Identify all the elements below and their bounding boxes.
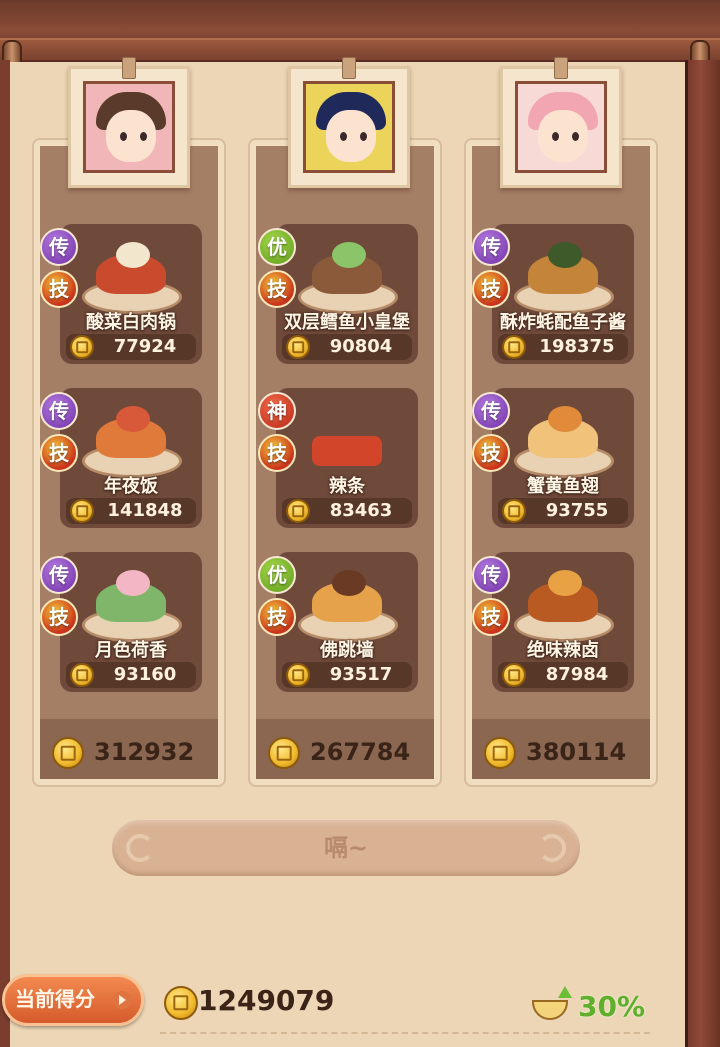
current-score-value: 1249079 xyxy=(198,984,335,1017)
grade-badge: 传 xyxy=(40,392,78,430)
current-score-label: 当前得分 xyxy=(15,987,95,1011)
skill-badge: 技 xyxy=(472,434,510,472)
coin-icon xyxy=(164,986,198,1020)
dish-price: 141848 xyxy=(107,500,183,521)
current-score-button[interactable]: 当前得分 xyxy=(2,974,144,1026)
grade-badge: 传 xyxy=(472,228,510,266)
dish-price: 77924 xyxy=(113,336,177,357)
dish-card[interactable]: 绝味辣卤 87984 xyxy=(492,552,634,692)
dish-name: 酥炸蚝配鱼子酱 xyxy=(500,312,626,333)
pink-haired-girl-portrait xyxy=(515,81,607,173)
dish-card[interactable]: 酥炸蚝配鱼子酱 198375 xyxy=(492,224,634,364)
grade-badge: 传 xyxy=(472,392,510,430)
coin-icon xyxy=(70,663,94,687)
coin-icon xyxy=(52,737,84,769)
skill-badge: 技 xyxy=(40,434,78,472)
chef-portrait-2[interactable] xyxy=(288,57,410,188)
dish-name: 月色荷香 xyxy=(95,640,167,661)
dish-price: 93517 xyxy=(329,664,393,685)
skill-badge: 技 xyxy=(258,598,296,636)
top-frame xyxy=(0,0,720,60)
dish-price: 93755 xyxy=(545,500,609,521)
dish-price: 83463 xyxy=(329,500,393,521)
chef-portrait-3[interactable] xyxy=(500,57,622,188)
dish-price: 90804 xyxy=(329,336,393,357)
skill-badge: 技 xyxy=(472,270,510,308)
coin-icon xyxy=(286,335,310,359)
dish-name: 酸菜白肉锅 xyxy=(86,312,176,333)
frame-left xyxy=(0,60,10,1047)
coin-icon xyxy=(484,737,516,769)
coin-icon xyxy=(286,663,310,687)
column-total: 267784 xyxy=(256,729,434,779)
dish-name: 年夜饭 xyxy=(104,476,158,497)
bowl-up-arrow-icon xyxy=(530,986,572,1022)
skill-badge: 技 xyxy=(40,270,78,308)
coin-icon xyxy=(502,499,526,523)
dish-card[interactable]: 酸菜白肉锅 77924 xyxy=(60,224,202,364)
dish-card[interactable]: 双层鳕鱼小皇堡 90804 xyxy=(276,224,418,364)
coin-icon xyxy=(70,499,94,523)
dish-price: 93160 xyxy=(113,664,177,685)
bonus-percent: 30% xyxy=(578,990,646,1023)
swirl-icon xyxy=(538,834,566,862)
chef-portrait-1[interactable] xyxy=(68,57,190,188)
skill-badge: 技 xyxy=(472,598,510,636)
column-total-value: 267784 xyxy=(310,738,411,766)
coin-icon xyxy=(502,335,526,359)
girl-with-magnifier-portrait xyxy=(83,81,175,173)
skill-badge: 技 xyxy=(258,270,296,308)
frame-right xyxy=(685,60,720,1047)
grade-badge: 传 xyxy=(472,556,510,594)
dish-name: 蟹黄鱼翅 xyxy=(527,476,599,497)
column-total-value: 312932 xyxy=(94,738,195,766)
coin-icon xyxy=(286,499,310,523)
divider xyxy=(160,1032,650,1034)
coin-icon xyxy=(502,663,526,687)
dish-card[interactable]: 年夜饭 141848 xyxy=(60,388,202,528)
swirl-icon xyxy=(126,834,154,862)
grade-badge: 优 xyxy=(258,228,296,266)
burp-button-label: 嗝~ xyxy=(323,834,369,862)
dish-card[interactable]: 蟹黄鱼翅 93755 xyxy=(492,388,634,528)
skill-badge: 技 xyxy=(258,434,296,472)
dish-card[interactable]: 辣条 83463 xyxy=(276,388,418,528)
dish-name: 辣条 xyxy=(329,476,365,497)
dish-price: 87984 xyxy=(545,664,609,685)
coin-icon xyxy=(268,737,300,769)
grade-badge: 传 xyxy=(40,228,78,266)
column-total-value: 380114 xyxy=(526,738,627,766)
grade-badge: 神 xyxy=(258,392,296,430)
skill-badge: 技 xyxy=(40,598,78,636)
dish-name: 双层鳕鱼小皇堡 xyxy=(284,312,410,333)
dish-price: 198375 xyxy=(539,336,615,357)
column-total: 312932 xyxy=(40,729,218,779)
column-total: 380114 xyxy=(472,729,650,779)
dish-name: 绝味辣卤 xyxy=(527,640,599,661)
dish-card[interactable]: 月色荷香 93160 xyxy=(60,552,202,692)
play-arrow-icon xyxy=(113,991,131,1009)
coin-icon xyxy=(70,335,94,359)
official-with-hat-portrait xyxy=(303,81,395,173)
dish-card[interactable]: 佛跳墙 93517 xyxy=(276,552,418,692)
grade-badge: 优 xyxy=(258,556,296,594)
burp-button[interactable]: 嗝~ xyxy=(112,820,580,876)
dish-name: 佛跳墙 xyxy=(320,640,374,661)
grade-badge: 传 xyxy=(40,556,78,594)
